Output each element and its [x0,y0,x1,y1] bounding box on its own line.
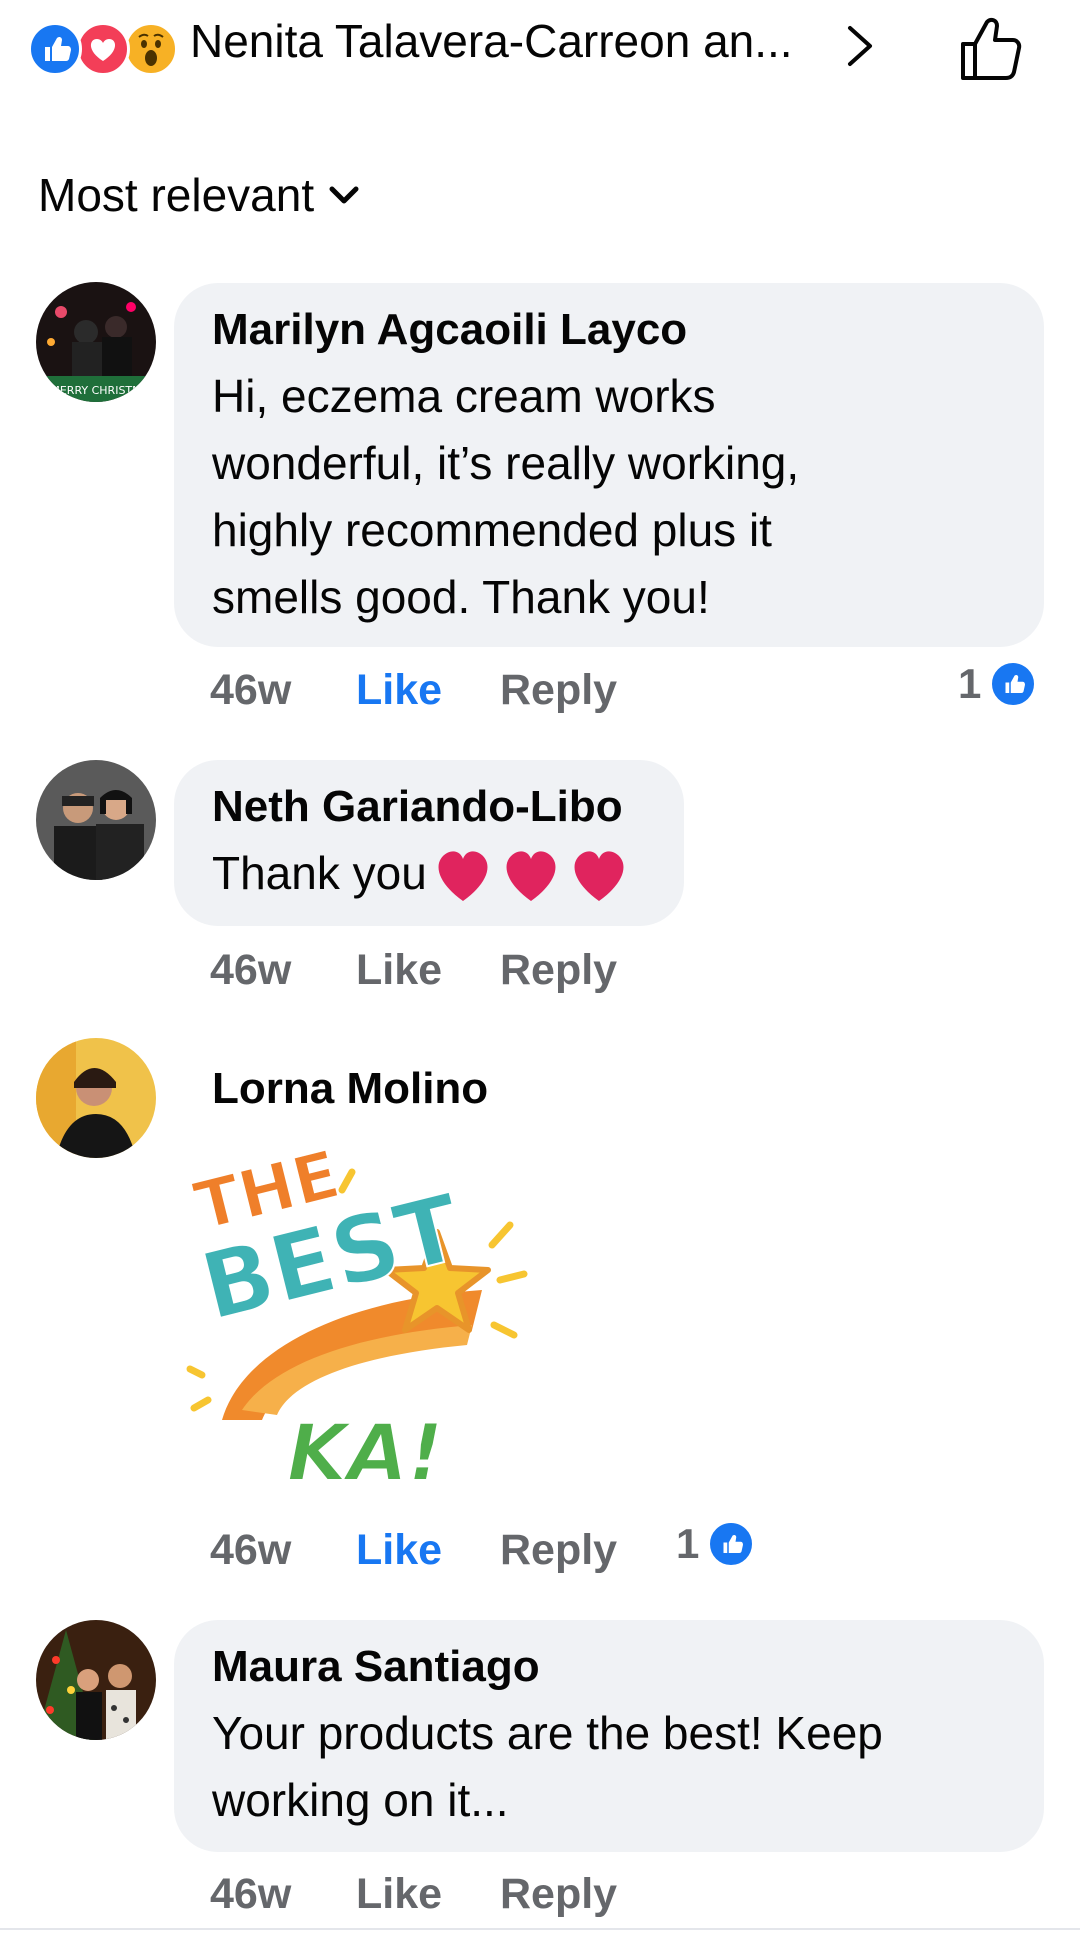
comment-bubble: Maura Santiago Your products are the bes… [174,1620,1044,1852]
comment-actions: 46w Like Reply 1 [0,660,1080,726]
like-button[interactable]: Like [356,666,442,715]
comment-reaction-count[interactable]: 1 [958,660,1038,708]
comment-bubble: Marilyn Agcaoili Layco Hi, eczema cream … [174,283,1044,647]
comment-text: Thank you [212,840,648,907]
reply-button[interactable]: Reply [500,666,617,715]
like-button[interactable]: Like [356,1526,442,1575]
comment-actions: 46w Like Reply [0,1870,1080,1926]
reply-button[interactable]: Reply [500,1870,617,1919]
comment-timestamp: 46w [210,1870,292,1918]
reactions-summary[interactable] [28,22,184,78]
like-reaction-icon [989,660,1038,708]
commenter-name[interactable]: Maura Santiago [212,1640,1008,1694]
commenter-name[interactable]: Marilyn Agcaoili Layco [212,303,1008,357]
comment-text: Your products are the best! Keep working… [212,1707,883,1826]
svg-text:KA!: KA! [287,1409,443,1499]
like-reaction-icon [28,22,82,76]
sort-dropdown[interactable]: Most relevant [38,168,360,222]
like-post-button[interactable] [955,14,1025,84]
chevron-right-icon[interactable] [840,20,880,72]
avatar[interactable] [36,1620,156,1740]
comment-timestamp: 46w [210,666,292,714]
sticker-image: THE BEST KA! [182,1135,532,1500]
reactors-names[interactable]: Nenita Talavera-Carreon an... [190,14,793,68]
love-reaction-icon [76,22,130,76]
commenter-name[interactable]: Neth Gariando-Libo [212,780,648,834]
comment-timestamp: 46w [210,946,292,994]
comment-text: Hi, eczema cream works wonderful, it’s r… [212,370,800,623]
comment-timestamp: 46w [210,1526,292,1574]
like-button[interactable]: Like [356,1870,442,1919]
heart-emoji-icon [431,845,631,903]
chevron-down-icon [329,186,359,204]
reaction-count: 1 [958,660,982,707]
wow-reaction-icon [124,22,178,76]
divider [0,1928,1080,1930]
svg-text:MERRY CHRISTM: MERRY CHRISTM [50,384,141,397]
comment-reaction-count[interactable]: 1 [676,1520,756,1568]
like-button[interactable]: Like [356,946,442,995]
avatar[interactable] [36,1038,156,1158]
avatar[interactable] [36,760,156,880]
reply-button[interactable]: Reply [500,1526,617,1575]
like-reaction-icon [707,1520,756,1568]
commenter-name[interactable]: Lorna Molino [212,1062,488,1116]
comment-actions: 46w Like Reply [0,946,1080,1006]
reaction-count: 1 [676,1520,700,1567]
comment-bubble: Neth Gariando-Libo Thank you [174,760,684,926]
thumbs-up-outline-icon [961,17,1022,80]
reply-button[interactable]: Reply [500,946,617,995]
the-best-ka-sticker: THE BEST KA! [186,1135,528,1500]
comment-actions: 46w Like Reply 1 [0,1520,1080,1586]
avatar[interactable]: MERRY CHRISTM [36,282,156,402]
sort-label: Most relevant [38,169,315,221]
